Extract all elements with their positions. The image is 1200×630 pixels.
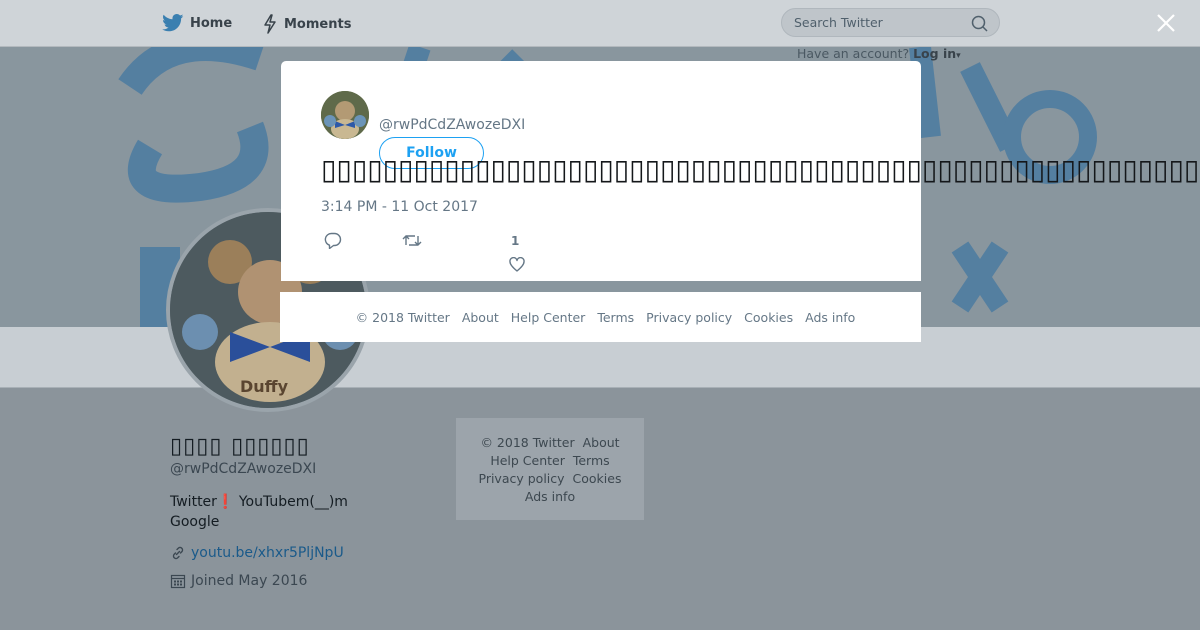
sidebar-footer: © 2018 Twitter About Help Center Terms Pri… [456,418,644,520]
modal-footer-copyright: © 2018 Twitter [355,309,450,325]
footer-terms[interactable]: Terms [573,453,610,468]
search-input[interactable] [794,9,964,36]
calendar-icon [170,574,186,589]
twitter-bird-icon [162,14,184,32]
avatar-image [321,91,369,139]
tweet-text: ▯▯▯▯▯▯▯▯▯▯▯▯▯▯▯▯▯▯▯▯▯▯▯▯▯▯▯▯▯▯▯▯▯▯▯▯▯▯▯▯… [321,153,1200,186]
footer-about[interactable]: About [583,435,620,450]
modal-footer-about[interactable]: About [462,310,499,325]
joined-date: Joined May 2016 [191,573,308,589]
nav-home[interactable]: Home [162,14,232,32]
footer-copyright: © 2018 Twitter [480,435,575,450]
modal-footer-terms[interactable]: Terms [597,310,634,325]
modal-footer-ads[interactable]: Ads info [805,310,855,325]
svg-text:Duffy: Duffy [240,377,289,396]
profile-name[interactable]: ▯▯▯▯ ▯▯▯▯▯▯ [170,434,310,459]
modal-footer-cookies[interactable]: Cookies [744,310,793,325]
reply-icon[interactable] [324,232,342,249]
footer-privacy[interactable]: Privacy policy [479,471,565,486]
footer-help[interactable]: Help Center [490,453,565,468]
modal-footer-help[interactable]: Help Center [511,310,586,325]
tweet-author-avatar[interactable] [321,91,369,139]
chevron-down-icon[interactable]: ▾ [956,51,961,61]
nav-moments-label: Moments [284,16,352,32]
profile-link-text[interactable]: youtu.be/xhxr5PljNpU [191,545,344,561]
tweet-author-handle[interactable]: @rwPdCdZAwozeDXI [379,117,525,133]
top-navigation-bar: Home Moments [0,0,1200,47]
search-icon[interactable] [971,15,988,32]
profile-joined: Joined May 2016 [170,573,307,589]
bio-prefix: Twitter [170,494,217,510]
tweet-modal: @rwPdCdZAwozeDXI Follow ▯▯▯▯▯▯▯▯▯▯▯▯▯▯▯▯… [281,61,1199,281]
account-prompt: Have an account? Log in▾ [797,46,961,61]
like-count: 1 [511,234,520,248]
nav-home-label: Home [190,15,233,31]
modal-footer: © 2018 Twitter About Help Center Terms P… [280,292,921,342]
login-link[interactable]: Log in [913,46,956,61]
search-box[interactable] [781,8,1000,37]
close-icon[interactable] [1155,12,1177,34]
heart-icon[interactable] [509,257,525,272]
profile-bio: Twitter❗ YouTubem(__)m Google [170,492,370,532]
lightning-icon [264,14,276,34]
footer-cookies[interactable]: Cookies [573,471,622,486]
footer-ads[interactable]: Ads info [525,489,575,504]
profile-handle[interactable]: @rwPdCdZAwozeDXI [170,461,316,477]
exclamation-icon: ❗ [216,494,235,510]
tweet-timestamp[interactable]: 3:14 PM - 11 Oct 2017 [321,199,478,215]
link-icon [172,546,184,560]
modal-footer-privacy[interactable]: Privacy policy [646,310,732,325]
retweet-icon[interactable] [402,233,422,248]
nav-moments[interactable]: Moments [262,14,351,34]
account-prompt-text: Have an account? [797,46,910,61]
profile-website[interactable]: youtu.be/xhxr5PljNpU [170,545,344,561]
